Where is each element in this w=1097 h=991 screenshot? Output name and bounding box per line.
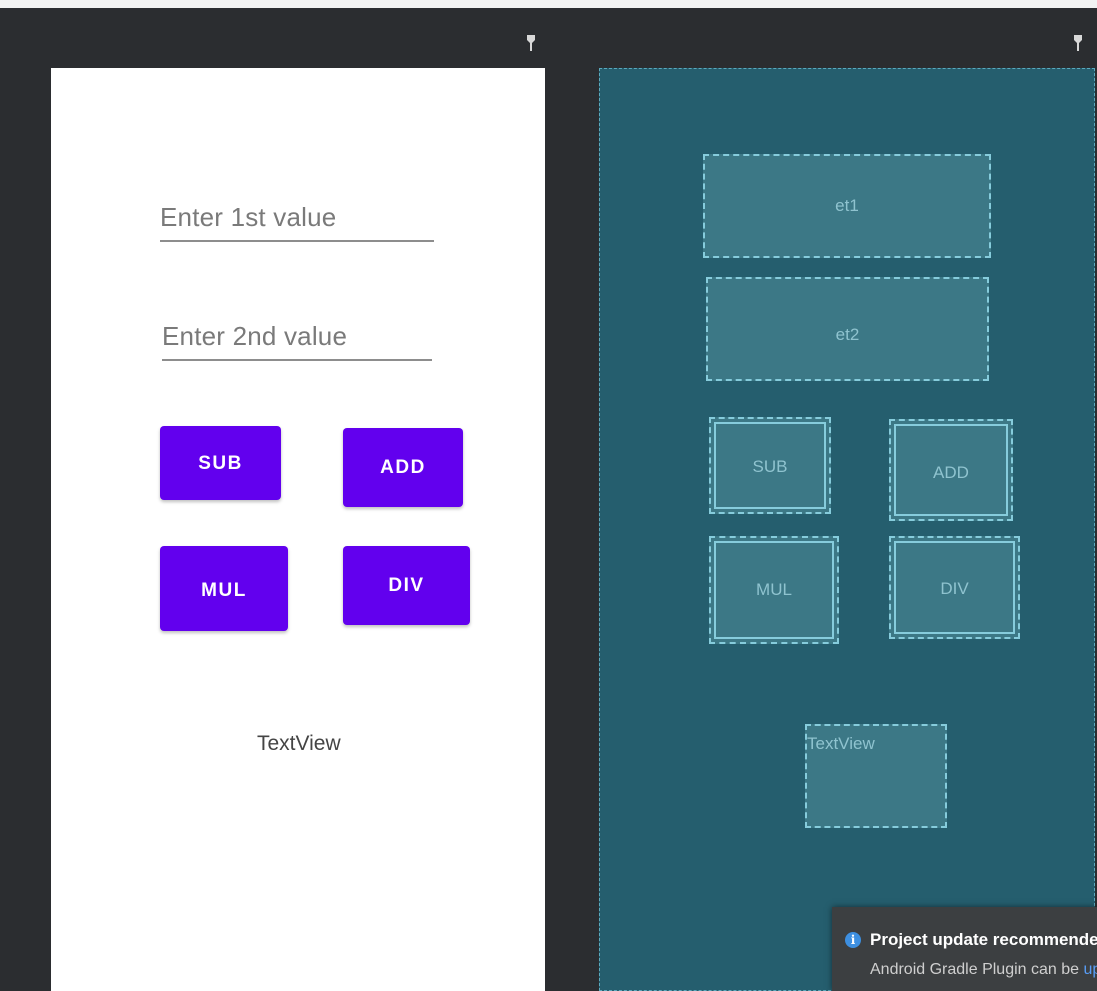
notification-body-text: Android Gradle Plugin can be — [870, 961, 1084, 978]
blueprint-et1-label: et1 — [835, 196, 859, 215]
pin-icon[interactable] — [1073, 34, 1083, 52]
sub-button[interactable]: SUB — [160, 426, 281, 500]
sub-button-label: SUB — [198, 453, 243, 474]
notification-title: Project update recommended — [870, 930, 1097, 949]
blueprint-mul-label: MUL — [756, 580, 792, 599]
second-value-field[interactable]: Enter 2nd value — [162, 305, 432, 361]
notification-body: Android Gradle Plugin can be upgraded — [870, 961, 1097, 979]
first-value-hint: Enter 1st value — [160, 202, 337, 232]
blueprint-mul-button[interactable]: MUL — [709, 536, 839, 644]
second-value-hint: Enter 2nd value — [162, 321, 348, 351]
design-preview[interactable]: Enter 1st value Enter 2nd value SUB ADD … — [51, 68, 545, 991]
first-value-field[interactable]: Enter 1st value — [160, 186, 434, 242]
add-button-label: ADD — [380, 457, 426, 478]
info-icon: i — [845, 932, 861, 948]
blueprint-div-label: DIV — [940, 579, 969, 598]
add-button[interactable]: ADD — [343, 428, 463, 507]
project-update-notification[interactable]: i Project update recommended Android Gra… — [832, 907, 1097, 991]
blueprint-et2[interactable]: et2 — [706, 277, 989, 381]
blueprint-sub-label: SUB — [752, 457, 788, 476]
blueprint-et1[interactable]: et1 — [703, 154, 991, 258]
pin-icon[interactable] — [526, 34, 536, 52]
blueprint-preview[interactable]: et1 et2 SUB ADD MUL DIV TextView — [599, 68, 1095, 991]
div-button[interactable]: DIV — [343, 546, 470, 625]
mul-button-label: MUL — [201, 580, 247, 601]
div-button-label: DIV — [388, 575, 425, 596]
blueprint-textview[interactable]: TextView — [805, 724, 947, 828]
blueprint-add-button[interactable]: ADD — [889, 419, 1013, 521]
blueprint-et2-label: et2 — [835, 325, 860, 344]
top-border — [0, 0, 1097, 8]
layout-editor-canvas: Enter 1st value Enter 2nd value SUB ADD … — [0, 0, 1097, 991]
result-textview[interactable]: TextView — [257, 732, 341, 756]
blueprint-textview-label: TextView — [807, 734, 875, 753]
mul-button[interactable]: MUL — [160, 546, 288, 631]
blueprint-sub-button[interactable]: SUB — [709, 417, 831, 514]
blueprint-div-button[interactable]: DIV — [889, 536, 1020, 639]
upgrade-link[interactable]: upgraded — [1083, 961, 1097, 978]
blueprint-add-label: ADD — [933, 463, 969, 482]
